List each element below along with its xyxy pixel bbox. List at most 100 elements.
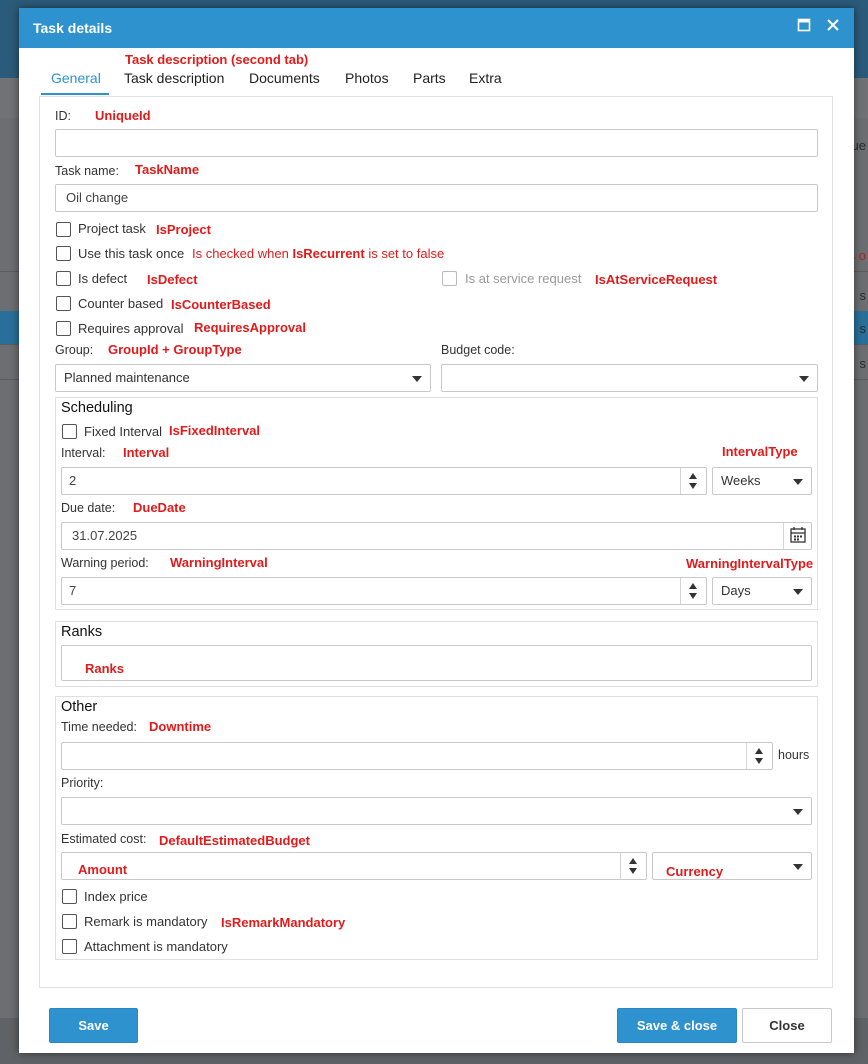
chevron-down-icon (793, 809, 803, 815)
annotation-currency: Currency (666, 864, 724, 879)
chevron-down-icon (793, 589, 803, 595)
interval-type-select[interactable]: Weeks (712, 467, 812, 495)
task-name-field[interactable]: Oil change (55, 184, 818, 212)
tab-general[interactable]: General (51, 70, 101, 86)
arrow-down-icon (689, 593, 697, 599)
arrow-up-icon (629, 858, 637, 864)
requires-approval-checkbox[interactable] (56, 321, 71, 336)
annotation-unique-id: UniqueId (95, 108, 151, 123)
attachment-mandatory-checkbox[interactable] (62, 939, 77, 954)
time-needed-stepper[interactable] (61, 742, 773, 770)
annotation-ranks: Ranks (85, 661, 125, 676)
interval-spinner[interactable] (680, 468, 706, 494)
due-date-value: 31.07.2025 (72, 528, 138, 543)
remark-mandatory-checkbox[interactable] (62, 914, 77, 929)
task-name-label: Task name: (55, 164, 119, 178)
id-field[interactable] (55, 129, 818, 157)
due-date-label: Due date: (61, 501, 116, 515)
id-label: ID: (55, 109, 71, 123)
annotation-is-at-service-request: IsAtServiceRequest (595, 272, 718, 287)
use-once-label: Use this task once (78, 246, 185, 261)
warning-spinner[interactable] (680, 578, 706, 604)
close-icon[interactable] (824, 18, 842, 36)
chevron-down-icon (412, 376, 422, 382)
is-defect-checkbox[interactable] (56, 271, 71, 286)
index-price-label: Index price (84, 889, 148, 904)
tab-parts[interactable]: Parts (413, 70, 446, 86)
tab-task-description[interactable]: Task description (124, 70, 224, 86)
arrow-down-icon (755, 758, 763, 764)
annotation-warning-interval-type: WarningIntervalType (686, 556, 814, 571)
arrow-up-icon (755, 748, 763, 754)
group-label: Group: (55, 343, 94, 357)
interval-type-value: Weeks (721, 473, 761, 488)
warning-period-stepper[interactable]: 7 (61, 577, 707, 605)
ranks-field[interactable]: Ranks (61, 645, 812, 681)
interval-stepper[interactable]: 2 (61, 467, 707, 495)
service-request-checkbox[interactable] (442, 271, 457, 286)
tab-extra[interactable]: Extra (469, 70, 502, 86)
annotation-due-date: DueDate (133, 500, 186, 515)
chevron-down-icon (793, 864, 803, 870)
annotation-task-name: TaskName (135, 162, 200, 177)
counter-based-label: Counter based (78, 296, 164, 311)
arrow-down-icon (689, 483, 697, 489)
priority-select[interactable] (61, 797, 812, 825)
dialog-title: Task details (33, 20, 113, 36)
annotation-interval-type: IntervalType (722, 444, 798, 459)
counter-based-checkbox[interactable] (56, 296, 71, 311)
calendar-icon[interactable] (783, 523, 811, 549)
annotation-is-counter-based: IsCounterBased (171, 297, 271, 312)
annotation-is-recurrent: Is checked when IsRecurrent is set to fa… (192, 246, 445, 261)
other-title: Other (61, 699, 98, 715)
estimated-cost-label: Estimated cost: (61, 832, 147, 846)
attachment-mandatory-label: Attachment is mandatory (84, 939, 228, 954)
project-task-checkbox[interactable] (56, 222, 71, 237)
group-select-value: Planned maintenance (64, 370, 190, 385)
budget-code-label: Budget code: (441, 343, 515, 357)
annotation-requires-approval: RequiresApproval (194, 320, 306, 335)
requires-approval-label: Requires approval (78, 321, 184, 336)
warning-type-select[interactable]: Days (712, 577, 812, 605)
tab-documents[interactable]: Documents (249, 70, 320, 86)
close-button[interactable]: Close (742, 1008, 832, 1043)
annotation-group: GroupId + GroupType (108, 342, 242, 357)
currency-select[interactable]: Currency (652, 852, 812, 880)
tab-photos[interactable]: Photos (345, 70, 389, 86)
arrow-up-icon (689, 583, 697, 589)
annotation-amount: Amount (78, 862, 128, 877)
due-date-picker[interactable]: 31.07.2025 (61, 522, 812, 550)
task-details-dialog: Task details Task description (second ta… (19, 8, 854, 1053)
fixed-interval-label: Fixed Interval (84, 424, 163, 439)
annotation-warning-interval: WarningInterval (170, 555, 268, 570)
time-needed-spinner[interactable] (746, 743, 772, 769)
amount-spinner[interactable] (620, 853, 646, 879)
save-close-button[interactable]: Save & close (617, 1008, 737, 1043)
warning-period-label: Warning period: (61, 556, 149, 570)
maximize-icon[interactable] (795, 18, 813, 36)
annotation-default-estimated-budget: DefaultEstimatedBudget (159, 833, 310, 848)
arrow-down-icon (629, 868, 637, 874)
annotation-downtime: Downtime (149, 719, 212, 734)
amount-stepper[interactable]: Amount (61, 852, 647, 880)
budget-code-select[interactable] (441, 364, 818, 392)
use-once-checkbox[interactable] (56, 246, 71, 261)
save-button[interactable]: Save (49, 1008, 138, 1043)
warning-value: 7 (69, 583, 77, 598)
interval-label: Interval: (61, 446, 106, 460)
annotation-is-defect: IsDefect (147, 272, 198, 287)
remark-mandatory-label: Remark is mandatory (84, 914, 208, 929)
interval-value: 2 (69, 473, 77, 488)
project-task-label: Project task (78, 221, 146, 236)
time-needed-label: Time needed: (61, 720, 137, 734)
arrow-up-icon (689, 473, 697, 479)
group-select[interactable]: Planned maintenance (55, 364, 431, 392)
fixed-interval-checkbox[interactable] (62, 424, 77, 439)
chevron-down-icon (793, 479, 803, 485)
annotation-is-remark-mandatory: IsRemarkMandatory (221, 915, 346, 930)
annotation-task-description-tab: Task description (second tab) (125, 52, 309, 67)
scheduling-title: Scheduling (61, 400, 133, 416)
annotation-interval: Interval (123, 445, 170, 460)
index-price-checkbox[interactable] (62, 889, 77, 904)
background-row-text: s (859, 321, 867, 336)
